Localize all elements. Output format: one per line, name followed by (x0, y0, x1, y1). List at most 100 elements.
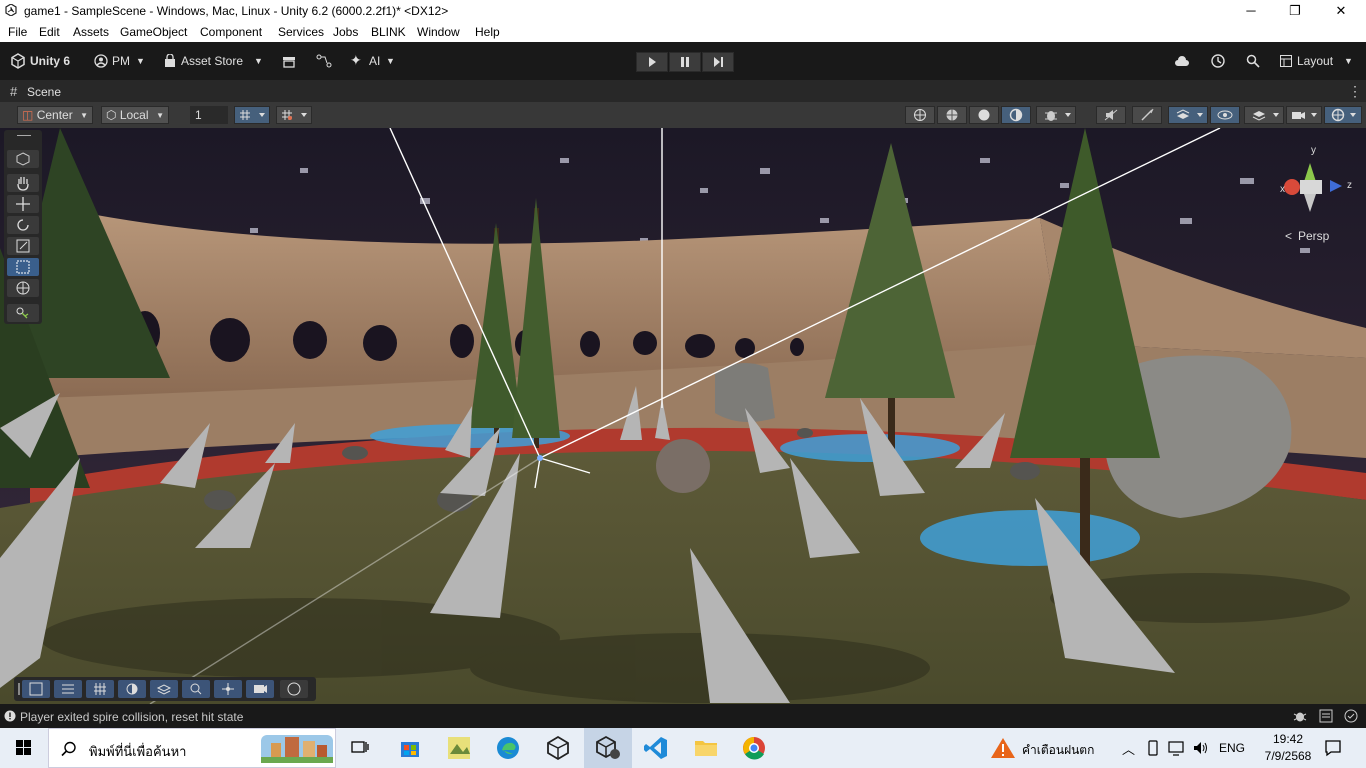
account-icon (94, 54, 108, 68)
rect-tool-icon[interactable] (7, 258, 39, 276)
tray-device-icon[interactable] (1145, 740, 1161, 756)
shaded-mode-icon[interactable] (969, 106, 999, 124)
menu-edit[interactable]: Edit (39, 25, 60, 39)
tray-chevron-icon[interactable]: ︿ (1122, 739, 1135, 758)
custom-tool-icon[interactable] (7, 304, 39, 322)
check-icon[interactable] (1344, 709, 1358, 723)
cloud-icon[interactable] (1174, 55, 1190, 67)
camera-settings-dropdown[interactable] (1286, 106, 1322, 124)
step-button[interactable] (702, 52, 734, 72)
overlay-search-icon[interactable] (182, 680, 210, 698)
chrome-browser-icon[interactable] (740, 734, 768, 762)
debug-draw-dropdown[interactable] (1036, 106, 1076, 124)
network-icon[interactable] (1168, 740, 1186, 756)
space-dropdown[interactable]: ⬡ Local ▼ (101, 106, 169, 124)
gizmos-dropdown[interactable] (1324, 106, 1362, 124)
pivot-icon: ◫ (22, 108, 34, 122)
progress-icon[interactable] (1319, 709, 1333, 723)
audio-toggle-icon[interactable] (1096, 106, 1126, 124)
menu-gameobject[interactable]: GameObject (120, 25, 187, 39)
notifications-icon[interactable] (1324, 739, 1342, 757)
minimize-button[interactable]: ─ (1228, 0, 1274, 22)
debug-bug-icon[interactable] (1293, 710, 1307, 722)
search-icon[interactable] (1246, 54, 1260, 68)
hidden-objects-eye-icon[interactable] (1210, 106, 1240, 124)
clock-date[interactable]: 7/9/2568 (1258, 749, 1318, 763)
task-view-icon[interactable] (346, 734, 374, 762)
persp-label[interactable]: Persp (1298, 229, 1329, 243)
scene-visibility-dropdown[interactable] (1168, 106, 1208, 124)
orientation-gizmo-icon[interactable] (905, 106, 935, 124)
vscode-icon[interactable] (642, 734, 670, 762)
photos-app-icon[interactable] (445, 734, 473, 762)
taskbar-search-icon (61, 741, 76, 757)
weather-warning-icon[interactable] (990, 737, 1016, 759)
unity-version-button[interactable]: Unity 6 (30, 54, 70, 68)
menu-blink[interactable]: BLINK (371, 25, 406, 39)
weather-label[interactable]: คำเตือนฝนตก (1022, 741, 1094, 760)
menu-services[interactable]: Services (278, 25, 324, 39)
overlay-rect-icon[interactable] (22, 680, 50, 698)
overlay-layers-icon[interactable] (150, 680, 178, 698)
maximize-button[interactable]: ❐ (1272, 0, 1318, 22)
menu-window[interactable]: Window (417, 25, 460, 39)
unity-editor-taskbar-button[interactable] (584, 728, 632, 768)
asset-store-button[interactable]: Asset Store (181, 54, 243, 68)
overlay-lighting-icon[interactable] (118, 680, 146, 698)
menu-file[interactable]: File (8, 25, 27, 39)
selected-object-origin[interactable] (537, 455, 543, 461)
overlay-move-icon[interactable] (214, 680, 242, 698)
layout-button[interactable]: Layout (1297, 54, 1333, 68)
lighting-mode-icon[interactable] (1001, 106, 1031, 124)
snap-increment-input[interactable]: 1 (190, 106, 228, 124)
file-explorer-icon[interactable] (692, 734, 720, 762)
grid-visibility-dropdown[interactable] (276, 106, 312, 124)
tab-menu-button[interactable]: ⋮ (1348, 83, 1362, 100)
account-button[interactable]: PM (112, 54, 130, 68)
console-message[interactable]: Player exited spire collision, reset hit… (20, 710, 243, 724)
clock-time[interactable]: 19:42 (1268, 732, 1308, 746)
overlay-sliders-icon[interactable] (54, 680, 82, 698)
menu-bar: File Edit Assets GameObject Component Se… (0, 22, 1366, 42)
unity-hub-icon[interactable] (544, 734, 572, 762)
move-tool-icon[interactable] (7, 195, 39, 213)
layers-dropdown[interactable] (1244, 106, 1284, 124)
rotate-tool-icon[interactable] (7, 216, 39, 234)
menu-help[interactable]: Help (475, 25, 500, 39)
effects-toggle-icon[interactable] (1132, 106, 1162, 124)
menu-assets[interactable]: Assets (73, 25, 109, 39)
edge-browser-icon[interactable] (494, 734, 522, 762)
asset-store-chevron-icon: ▼ (254, 56, 263, 66)
scene-viewport[interactable]: y x z < Persp (0, 128, 1366, 704)
tool-palette (4, 130, 42, 324)
package-icon[interactable] (282, 54, 296, 68)
palette-grip[interactable] (17, 135, 31, 136)
ai-button[interactable]: AI (369, 54, 380, 68)
hand-tool-icon[interactable] (7, 174, 39, 192)
overlay-compass-icon[interactable] (280, 680, 308, 698)
shaded-wireframe-icon[interactable] (937, 106, 967, 124)
close-button[interactable]: ✕ (1318, 0, 1364, 22)
microsoft-store-icon[interactable] (396, 734, 424, 762)
history-icon[interactable] (1210, 53, 1226, 69)
play-button[interactable] (636, 52, 668, 72)
version-control-icon[interactable] (316, 54, 332, 68)
scale-tool-icon[interactable] (7, 237, 39, 255)
volume-icon[interactable] (1192, 740, 1210, 756)
taskbar-search-box[interactable]: พิมพ์ที่นี่เพื่อค้นหา (48, 728, 336, 768)
overlay-camera-icon[interactable] (246, 680, 274, 698)
overlay-grid-icon[interactable] (86, 680, 114, 698)
transform-tool-icon[interactable] (7, 279, 39, 297)
menu-component[interactable]: Component (200, 25, 262, 39)
view-tool-cube-icon[interactable] (7, 150, 39, 168)
pivot-dropdown[interactable]: ◫ Center ▼ (17, 106, 93, 124)
persp-toggle-icon[interactable]: < (1285, 229, 1292, 243)
language-indicator[interactable]: ENG (1219, 741, 1245, 755)
scene-tab[interactable]: Scene (27, 85, 61, 99)
windows-start-icon[interactable] (16, 740, 32, 756)
scene-tab-icon: # (10, 84, 18, 99)
overlay-grip[interactable] (18, 683, 20, 695)
grid-snap-toggle[interactable] (234, 106, 270, 124)
menu-jobs[interactable]: Jobs (333, 25, 358, 39)
pause-button[interactable] (669, 52, 701, 72)
